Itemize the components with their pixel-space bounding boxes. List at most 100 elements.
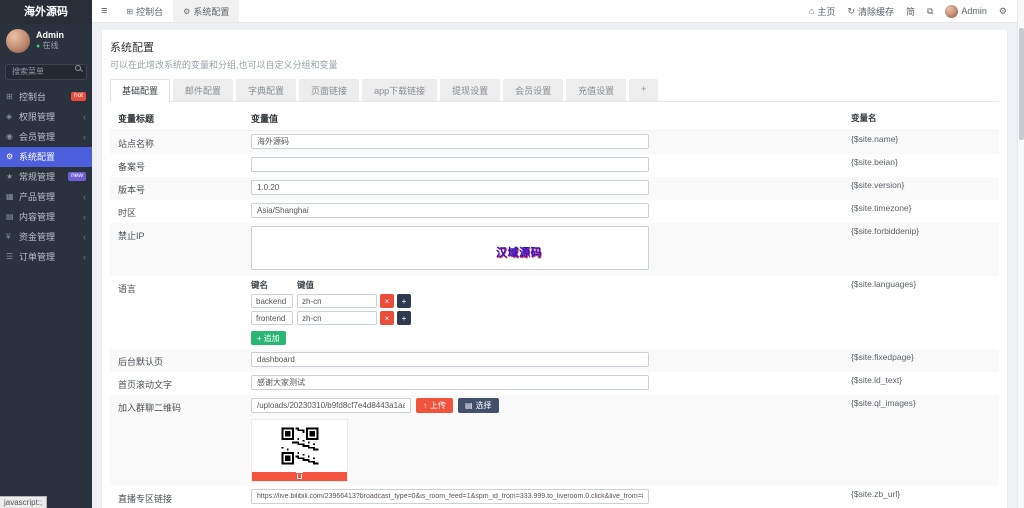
sidebar-item-label: 订单管理 bbox=[19, 252, 56, 262]
kv-key-input[interactable] bbox=[251, 311, 293, 325]
row-title-label: 后台默认页 bbox=[118, 357, 164, 367]
topbar-tabs: ⊞ 控制台 ⚙ 系统配置 bbox=[116, 0, 240, 22]
list-icon: ☰ bbox=[6, 252, 14, 261]
kv-move-button[interactable]: + bbox=[397, 311, 411, 325]
row-title: 语言 bbox=[110, 276, 243, 349]
choose-button[interactable]: ▤ 选择 bbox=[458, 398, 499, 413]
kv-row: ×+ bbox=[251, 311, 835, 325]
language-toggle[interactable]: 简 bbox=[906, 5, 915, 18]
sidebar-item-7[interactable]: ▤ 内容管理 ‹ bbox=[0, 207, 92, 227]
row-title-label: 首页滚动文字 bbox=[118, 380, 173, 390]
users-icon: ◉ bbox=[6, 132, 13, 141]
text-input[interactable] bbox=[251, 180, 649, 195]
row-title: 直播专区链接 bbox=[110, 486, 243, 508]
user-panel[interactable]: Admin ● 在线 bbox=[0, 24, 92, 57]
home-icon: ⌂ bbox=[808, 6, 815, 16]
row-title-label: 加入群聊二维码 bbox=[118, 403, 182, 413]
upload-button[interactable]: ↑ 上传 bbox=[416, 398, 453, 413]
settings-button[interactable]: ⚙ bbox=[999, 6, 1007, 17]
image-preview bbox=[251, 419, 348, 482]
row-value: ↑上传 ▤选择 bbox=[243, 395, 843, 486]
table-row: 站点名称 {$site.name} bbox=[110, 131, 999, 154]
config-tab-2[interactable]: 邮件配置 bbox=[173, 79, 234, 101]
topbar-tab-2[interactable]: ⚙ 系统配置 bbox=[173, 0, 240, 22]
watermark-text: 汉域源码 bbox=[496, 247, 542, 259]
column-header: 变量值 bbox=[243, 107, 843, 131]
box-icon: ▦ bbox=[6, 192, 14, 201]
table-row: 直播专区链接 {$site.zb_url} bbox=[110, 486, 999, 508]
scrollbar-thumb[interactable] bbox=[1019, 28, 1024, 140]
user-menu[interactable]: Admin bbox=[945, 4, 987, 18]
sidebar-item-8[interactable]: ¥ 资金管理 ‹ bbox=[0, 227, 92, 247]
table-row: 后台默认页 {$site.fixedpage} bbox=[110, 349, 999, 372]
topbar: ≡ ⊞ 控制台 ⚙ 系统配置 ⌂ 主页 ↻ 清除缓存 简 ⧉ Admin ⚙ bbox=[92, 0, 1017, 23]
sidebar-item-3[interactable]: ◉ 会员管理 ‹ bbox=[0, 127, 92, 147]
row-value bbox=[243, 131, 843, 154]
config-tab-8[interactable]: 充值设置 bbox=[566, 79, 627, 101]
row-value bbox=[243, 349, 843, 372]
sidebar-item-4[interactable]: ⚙ 系统配置 bbox=[0, 146, 92, 167]
kv-append-button[interactable]: + 追加 bbox=[251, 331, 286, 345]
kv-key-input[interactable] bbox=[251, 294, 293, 308]
config-tab-3[interactable]: 字典配置 bbox=[236, 79, 297, 101]
kv-append-label: 追加 bbox=[263, 333, 280, 343]
text-input[interactable] bbox=[251, 375, 649, 390]
sidebar-item-label: 产品管理 bbox=[19, 192, 56, 202]
text-input[interactable] bbox=[251, 203, 649, 218]
row-title: 加入群聊二维码 bbox=[110, 395, 243, 486]
delete-image-button[interactable] bbox=[252, 472, 347, 481]
config-tab-5[interactable]: app下载链接 bbox=[362, 79, 438, 101]
kv-value-input[interactable] bbox=[297, 311, 377, 325]
kv-header: 键名 键值 bbox=[251, 279, 835, 291]
sidebar-item-2[interactable]: ◈ 权限管理 ‹ bbox=[0, 107, 92, 127]
add-tab-button[interactable]: + bbox=[629, 79, 659, 101]
row-title-label: 禁止IP bbox=[118, 231, 145, 241]
config-tab-7[interactable]: 会员设置 bbox=[503, 79, 564, 101]
gear-icon: ⚙ bbox=[998, 5, 1007, 16]
main-content: 系统配置 可以在此增改系统的变量和分组,也可以自定义分组和变量 基础配置 邮件配置… bbox=[92, 23, 1017, 508]
topbar-actions: ⌂ 主页 ↻ 清除缓存 简 ⧉ Admin ⚙ bbox=[809, 4, 1017, 18]
file-path-input[interactable] bbox=[251, 398, 411, 413]
kv-delete-button[interactable]: × bbox=[380, 311, 394, 325]
image-preview-body bbox=[252, 420, 347, 472]
sidebar-item-5[interactable]: ★ 常规管理 new bbox=[0, 167, 92, 187]
star-icon: ★ bbox=[6, 172, 14, 181]
row-varname: {$site.languages} bbox=[851, 279, 917, 289]
gear-icon: ⚙ bbox=[6, 152, 14, 161]
table-header-row: 变量标题 变量值 变量名 bbox=[110, 107, 999, 131]
textarea-input[interactable] bbox=[251, 226, 649, 270]
table-row: 禁止IP {$site.forbiddenip} bbox=[110, 223, 999, 276]
kv-delete-button[interactable]: × bbox=[380, 294, 394, 308]
sidebar-item-6[interactable]: ▦ 产品管理 ‹ bbox=[0, 187, 92, 207]
kv-move-button[interactable]: + bbox=[397, 294, 411, 308]
search-icon bbox=[75, 65, 81, 71]
text-input[interactable] bbox=[251, 352, 649, 367]
sidebar-item-label: 常规管理 bbox=[19, 172, 56, 182]
row-varname: {$site.name} bbox=[843, 131, 999, 154]
clear-cache-button[interactable]: ↻ 清除缓存 bbox=[847, 5, 894, 18]
row-title: 首页滚动文字 bbox=[110, 372, 243, 395]
table-row: 加入群聊二维码 ↑上传 ▤选择 {$site.ql_images} bbox=[110, 395, 999, 486]
config-tab-4[interactable]: 页面链接 bbox=[299, 79, 360, 101]
config-tab-6[interactable]: 提现设置 bbox=[440, 79, 501, 101]
menu-toggle-icon[interactable]: ≡ bbox=[92, 5, 116, 17]
text-input[interactable] bbox=[251, 489, 649, 504]
text-input[interactable] bbox=[251, 157, 649, 172]
folder-icon: ▤ bbox=[465, 401, 473, 410]
topbar-tab-label: 控制台 bbox=[136, 6, 164, 17]
kv-value-input[interactable] bbox=[297, 294, 377, 308]
home-link[interactable]: ⌂ 主页 bbox=[809, 5, 835, 18]
plus-icon: + bbox=[257, 333, 262, 343]
text-input[interactable] bbox=[251, 134, 649, 149]
topbar-tab-label: 系统配置 bbox=[193, 6, 230, 17]
fullscreen-button[interactable]: ⧉ bbox=[927, 6, 933, 17]
shield-icon: ◈ bbox=[6, 112, 13, 121]
row-title: 备案号 bbox=[110, 154, 243, 177]
topbar-avatar bbox=[945, 4, 959, 18]
topbar-tab-1[interactable]: ⊞ 控制台 bbox=[116, 0, 173, 22]
row-value bbox=[243, 200, 843, 223]
sidebar-item-9[interactable]: ☰ 订单管理 ‹ bbox=[0, 247, 92, 267]
column-header: 变量标题 bbox=[110, 107, 243, 131]
sidebar-item-1[interactable]: ⊞ 控制台 hot bbox=[0, 87, 92, 107]
config-tab-1[interactable]: 基础配置 bbox=[110, 79, 171, 102]
